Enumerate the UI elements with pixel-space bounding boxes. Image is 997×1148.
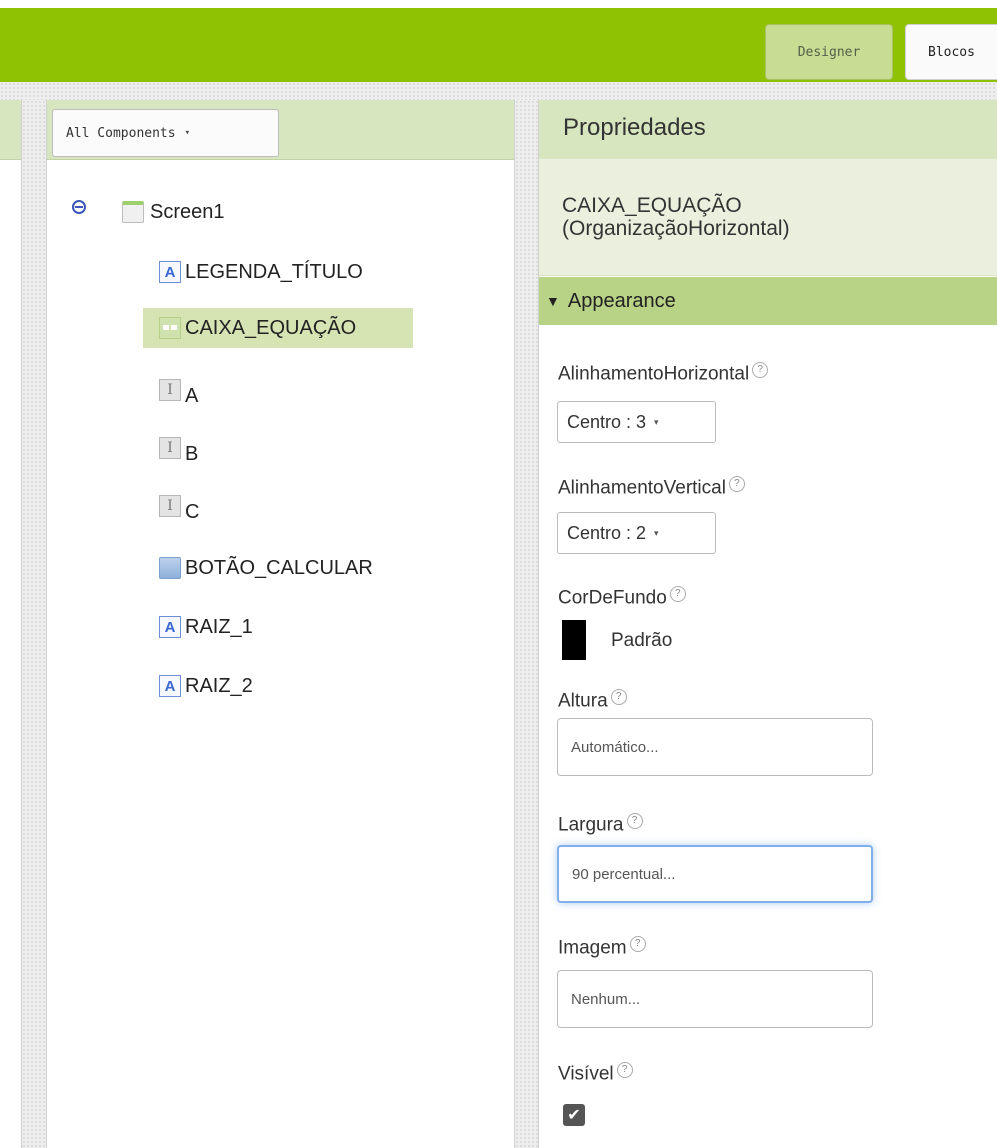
tree-item-label: RAIZ_1 — [185, 615, 253, 638]
label-text: AlinhamentoVertical — [558, 477, 726, 499]
dotted-gutter-left — [22, 100, 46, 1148]
palette-panel — [0, 100, 22, 1148]
help-icon[interactable]: ? — [616, 1062, 633, 1078]
label-text: Largura — [558, 814, 624, 836]
designer-button[interactable]: Designer — [765, 24, 893, 80]
tree-item-screen1[interactable]: Screen1 — [122, 192, 225, 232]
tree-item-label: RAIZ_2 — [185, 674, 253, 697]
tree-item-label: LEGENDA_TÍTULO — [185, 260, 363, 283]
prop-label-width: Largura? — [558, 813, 643, 836]
prop-label-background-color: CorDeFundo? — [558, 586, 686, 609]
align-horizontal-select[interactable]: Centro : 3 ▾ — [557, 401, 716, 443]
textbox-icon: I — [159, 495, 181, 517]
tree-item-botao-calcular[interactable]: BOTÃO_CALCULAR — [159, 548, 373, 588]
tree-item-raiz-1[interactable]: A RAIZ_1 — [159, 607, 253, 647]
triangle-down-icon: ▼ — [546, 293, 560, 309]
label-text: Visível — [558, 1063, 614, 1085]
collapse-tree-icon[interactable] — [72, 200, 86, 214]
properties-panel-header: Propriedades — [539, 100, 997, 160]
selected-component-name: CAIXA_EQUAÇÃO (OrganizaçãoHorizontal) — [562, 194, 790, 240]
width-field[interactable]: 90 percentual... — [557, 845, 873, 903]
help-icon[interactable]: ? — [728, 476, 745, 492]
tree-item-legenda-titulo[interactable]: A LEGENDA_TÍTULO — [159, 252, 363, 292]
all-components-dropdown[interactable]: All Components ▾ — [52, 109, 279, 157]
align-vertical-select[interactable]: Centro : 2 ▾ — [557, 512, 716, 554]
color-swatch[interactable] — [562, 620, 586, 660]
tree-item-label: A — [185, 384, 199, 407]
height-field[interactable]: Automático... — [557, 718, 873, 776]
textbox-icon: I — [159, 379, 181, 401]
properties-title: Propriedades — [563, 114, 706, 141]
label-icon: A — [159, 675, 181, 697]
tree-item-label: CAIXA_EQUAÇÃO — [185, 316, 357, 339]
prop-label-visible: Visível? — [558, 1062, 633, 1085]
tree-item-raiz-2[interactable]: A RAIZ_2 — [159, 666, 253, 706]
tree-item-caixa-equacao[interactable]: CAIXA_EQUAÇÃO — [143, 308, 413, 348]
button-icon — [159, 557, 181, 579]
help-icon[interactable]: ? — [629, 936, 646, 952]
chevron-down-icon: ▾ — [184, 128, 190, 138]
tree-item-label: BOTÃO_CALCULAR — [185, 556, 373, 579]
section-label: Appearance — [567, 289, 676, 312]
image-field[interactable]: Nenhum... — [557, 970, 873, 1028]
window-top-edge — [0, 0, 997, 8]
label-text: Imagem — [558, 937, 627, 959]
select-value: Centro : 2 — [567, 522, 647, 543]
tree-item-label: C — [185, 500, 200, 523]
tree-item-label: Screen1 — [150, 200, 225, 223]
dotted-gutter-top — [0, 82, 997, 100]
dotted-gutter-middle — [515, 100, 538, 1148]
background-color-value[interactable]: Padrão — [611, 630, 672, 652]
prop-label-align-vertical: AlinhamentoVertical? — [558, 476, 745, 499]
label-text: Altura — [558, 690, 608, 712]
visible-checkbox[interactable]: ✔ — [563, 1104, 585, 1126]
textbox-icon: I — [159, 437, 181, 459]
select-value: Centro : 3 — [567, 411, 647, 432]
horizontal-arrangement-icon — [159, 317, 181, 339]
prop-label-align-horizontal: AlinhamentoHorizontal? — [558, 362, 769, 385]
tree-item-label: B — [185, 442, 199, 465]
screen-icon — [122, 201, 144, 223]
help-icon[interactable]: ? — [626, 813, 643, 829]
label-text: AlinhamentoHorizontal — [558, 363, 750, 385]
help-icon[interactable]: ? — [752, 362, 769, 378]
dropdown-label: All Components — [66, 125, 176, 141]
palette-panel-header — [0, 100, 21, 160]
tree-item-c[interactable]: I C — [159, 486, 199, 526]
prop-label-image: Imagem? — [558, 936, 646, 959]
label-icon: A — [159, 261, 181, 283]
component-name: CAIXA_EQUAÇÃO — [562, 194, 742, 217]
top-toolbar: Designer Blocos — [0, 8, 997, 82]
component-type: (OrganizaçãoHorizontal) — [562, 217, 790, 240]
tree-item-b[interactable]: I B — [159, 428, 198, 468]
components-panel-header: All Components ▾ — [47, 100, 514, 160]
chevron-down-icon: ▾ — [654, 416, 659, 427]
help-icon[interactable]: ? — [669, 586, 686, 602]
prop-label-height: Altura? — [558, 689, 627, 712]
blocks-button[interactable]: Blocos — [905, 24, 997, 80]
chevron-down-icon: ▾ — [654, 527, 659, 538]
tree-item-a[interactable]: I A — [159, 370, 198, 410]
label-icon: A — [159, 616, 181, 638]
help-icon[interactable]: ? — [610, 689, 627, 705]
label-text: CorDeFundo — [558, 587, 667, 609]
appearance-section-header[interactable]: ▼ Appearance — [539, 277, 997, 325]
